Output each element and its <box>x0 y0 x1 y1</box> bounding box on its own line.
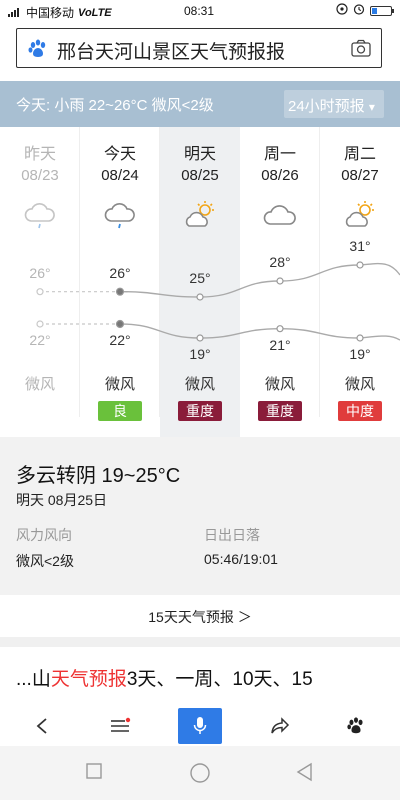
back-icon[interactable] <box>20 708 64 744</box>
alarm-icon <box>353 3 365 18</box>
day-name: 昨天 <box>23 146 56 163</box>
high-temp-label: 25° <box>189 270 211 286</box>
aqi-badge: 良 <box>98 401 142 421</box>
low-temp-label: 19° <box>189 346 211 362</box>
low-temp-label: 21° <box>269 336 291 353</box>
day-date: 08/27 <box>341 167 379 184</box>
fifteen-day-forecast-link[interactable]: 15天天气预报 ＞ <box>0 595 400 637</box>
day-column-monday[interactable]: 周一 08/26 微风 重度 <box>240 127 320 437</box>
day-column-today[interactable]: 今天 08/24 微风 良 <box>80 127 160 437</box>
wind-label: 微风 <box>24 376 55 393</box>
light-rain-icon <box>103 199 137 233</box>
result-snippet-partial <box>16 694 386 702</box>
result-title-suffix: 3天、一周、10天、15 <box>126 669 313 690</box>
day-date: 08/25 <box>181 167 219 184</box>
result-title-highlight: 天气预报 <box>50 669 127 690</box>
high-temp-label: 28° <box>269 254 291 270</box>
day-date: 08/23 <box>21 167 59 184</box>
high-temp-label: 31° <box>349 238 371 254</box>
day-column-tuesday[interactable]: 周二 08/27 微风 中度 <box>320 127 400 437</box>
day-column-yesterday[interactable]: 昨天 08/23 微风 <box>0 127 80 437</box>
chevron-down-icon: ▾ <box>368 100 375 114</box>
hourly-forecast-button[interactable]: 24小时预报 ▾ <box>284 90 384 118</box>
recent-apps-icon[interactable] <box>85 762 107 784</box>
hourly-forecast-label: 24小时预报 <box>288 98 365 115</box>
section-divider <box>0 637 400 647</box>
detail-date: 明天 08月25日 <box>16 492 108 508</box>
high-temp-label: 26° <box>109 264 131 281</box>
aqi-badge: 重度 <box>178 401 222 421</box>
aqi-badge: 中度 <box>338 401 382 421</box>
carrier-label: 中国移动 <box>26 6 75 20</box>
day-date: 08/24 <box>101 167 139 184</box>
network-label: VoLTE <box>78 6 112 19</box>
today-summary: 今天: 小雨 22~26°C 微风<2级 <box>16 97 214 114</box>
low-temp-label: 22° <box>109 332 131 348</box>
day-name: 周二 <box>343 146 376 163</box>
signal-icon <box>8 7 22 19</box>
day-date: 08/26 <box>261 167 299 184</box>
clock: 08:31 <box>184 4 215 18</box>
search-box[interactable]: 邢台天河山景区天气预报报 <box>16 28 382 68</box>
day-name: 明天 <box>183 146 216 163</box>
wind-label: 微风 <box>104 376 135 393</box>
day-name: 周一 <box>263 146 296 163</box>
result-title-prefix: ...山 <box>16 669 51 690</box>
sunrise-sunset-value: 05:46/19:01 <box>204 551 278 567</box>
partly-sunny-icon <box>183 199 217 233</box>
search-result-title[interactable]: ...山天气预报3天、一周、10天、15 <box>16 664 313 691</box>
today-summary-bar: 今天: 小雨 22~26°C 微风<2级 24小时预报 ▾ <box>0 81 400 127</box>
wind-direction-label: 风力风向 <box>16 527 72 543</box>
location-icon <box>336 3 348 18</box>
partly-sunny-icon <box>343 199 377 233</box>
system-nav-bar <box>0 746 400 800</box>
cloudy-icon <box>263 199 297 233</box>
sunrise-sunset-label: 日出日落 <box>204 527 260 543</box>
wind-direction-value: 微风<2级 <box>16 553 74 569</box>
battery-icon <box>370 5 394 16</box>
paw-icon[interactable] <box>334 708 378 744</box>
aqi-badge: 重度 <box>258 401 302 421</box>
camera-icon[interactable] <box>351 39 371 57</box>
condition-text: 多云转阴 19~25°C <box>16 465 181 487</box>
microphone-icon[interactable] <box>178 708 222 744</box>
low-temp-label: 22° <box>29 332 51 348</box>
share-icon[interactable] <box>258 708 302 744</box>
wind-label: 微风 <box>264 376 295 393</box>
browser-bottom-nav <box>0 704 400 746</box>
back-triangle-icon[interactable] <box>295 762 317 784</box>
high-temp-label: 26° <box>29 264 51 281</box>
home-icon[interactable] <box>189 762 211 784</box>
low-temp-label: 19° <box>349 346 371 362</box>
search-query[interactable]: 邢台天河山景区天气预报报 <box>57 37 285 64</box>
wind-label: 微风 <box>184 376 215 393</box>
wind-label: 微风 <box>344 376 375 393</box>
day-name: 今天 <box>103 146 136 163</box>
paw-icon <box>27 38 49 60</box>
status-bar: 中国移动 VoLTE 08:31 <box>0 0 400 22</box>
menu-icon[interactable] <box>98 708 142 744</box>
selected-day-detail: 多云转阴 19~25°C 明天 08月25日 风力风向 微风<2级 日出日落 0… <box>0 437 400 595</box>
light-rain-icon <box>23 199 57 233</box>
